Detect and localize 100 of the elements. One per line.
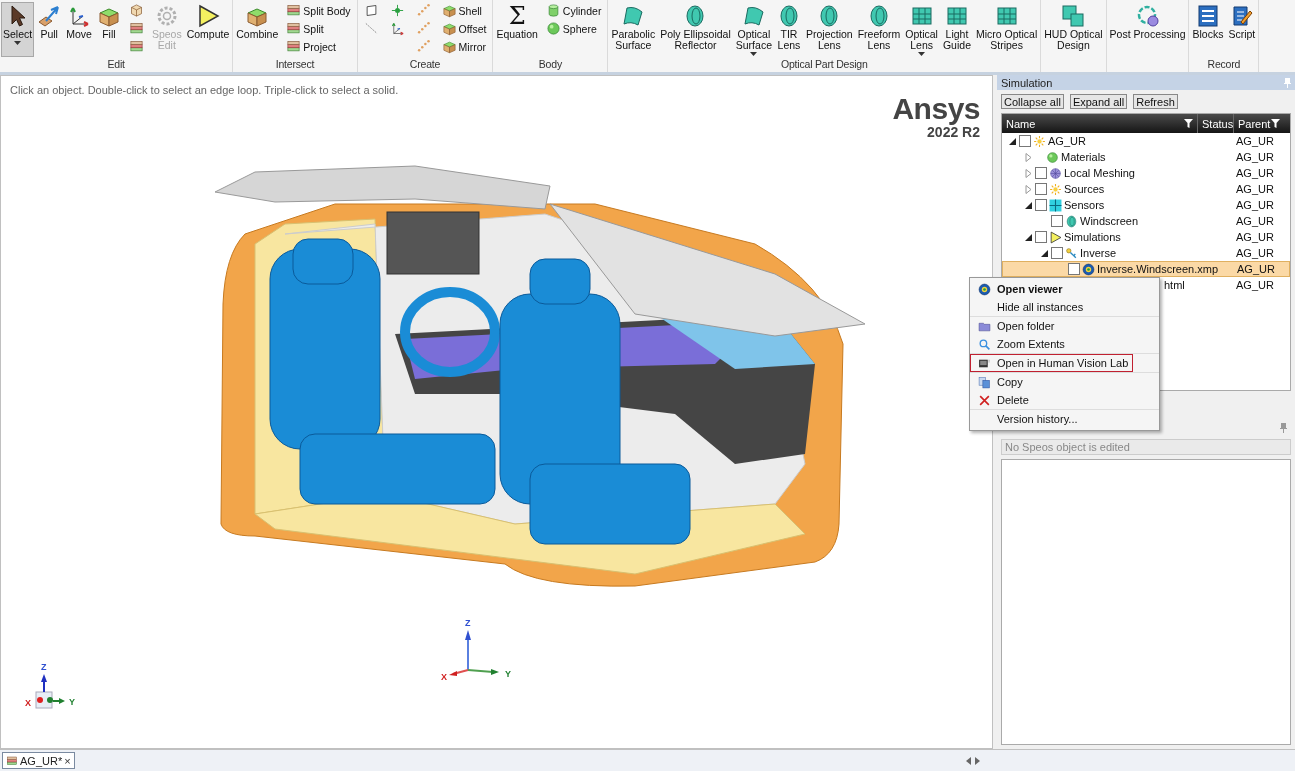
- filter-icon[interactable]: [1271, 119, 1280, 128]
- caret-icon: [918, 52, 926, 56]
- axis-label: Y: [505, 669, 511, 679]
- ribbon-button[interactable]: Cylinder: [542, 2, 605, 19]
- ribbon-button[interactable]: Select: [1, 2, 35, 57]
- ribbon-button[interactable]: HUD Optical Design: [1042, 2, 1105, 57]
- version-label: 2022 R2: [927, 124, 980, 140]
- tree-row[interactable]: Inverse AG_UR: [1002, 245, 1290, 261]
- checkbox[interactable]: [1051, 215, 1063, 227]
- ribbon-button[interactable]: Pull: [35, 2, 64, 57]
- ribbon-button[interactable]: Move: [64, 2, 94, 57]
- parent-cell-text: AG_UR: [1235, 247, 1274, 259]
- status-field[interactable]: No Speos object is edited: [1001, 439, 1291, 455]
- tree-row[interactable]: AG_UR AG_UR: [1002, 133, 1290, 149]
- play-icon: [1049, 230, 1062, 244]
- axis-label: X: [25, 698, 31, 708]
- collapse-icon[interactable]: [1024, 200, 1033, 210]
- ribbon-button[interactable]: Split Body: [283, 2, 354, 19]
- close-button[interactable]: ×: [64, 754, 71, 767]
- axis-label: Y: [69, 697, 75, 707]
- filter-icon[interactable]: [1184, 119, 1193, 128]
- ribbon-button[interactable]: Micro Optical Stripes: [974, 2, 1040, 57]
- ribbon-button[interactable]: Sphere: [542, 20, 605, 37]
- sphere-icon: [545, 21, 561, 36]
- collapse-icon[interactable]: [1024, 232, 1033, 242]
- caret-icon: [14, 41, 22, 45]
- document-tab[interactable]: AG_UR* ×: [2, 752, 75, 769]
- tree-row[interactable]: Sources AG_UR: [1002, 181, 1290, 197]
- 3d-viewport[interactable]: Click an object. Double-click to select an edge loop. Triple-click to select a solid. Ansys 2022 R2 Z X Y Z X Y: [0, 75, 993, 749]
- checkbox[interactable]: [1035, 199, 1047, 211]
- ribbon-button[interactable]: Optical Lens: [903, 2, 940, 58]
- cube-icon: [441, 3, 457, 18]
- ribbon-button[interactable]: Project: [283, 38, 354, 55]
- ribbon-button[interactable]: Freeform Lens: [855, 2, 903, 57]
- column-header[interactable]: Parent: [1238, 117, 1271, 130]
- checkbox[interactable]: [1035, 183, 1047, 195]
- tree-row[interactable]: Simulations AG_UR: [1002, 229, 1290, 245]
- group-label: Record: [1206, 58, 1242, 71]
- expand-icon[interactable]: [1024, 152, 1033, 162]
- tree-row[interactable]: Windscreen AG_UR: [1002, 213, 1290, 229]
- ribbon-button[interactable]: Mirror: [438, 38, 490, 55]
- axes-icon: [389, 21, 405, 36]
- cylinder-icon: [545, 3, 561, 18]
- collapse-icon[interactable]: [1008, 136, 1017, 146]
- magnifier-icon: [977, 337, 991, 351]
- checkbox[interactable]: [1035, 167, 1047, 179]
- ribbon-button[interactable]: Optical Surface: [733, 2, 774, 58]
- tree-row[interactable]: Materials AG_UR: [1002, 149, 1290, 165]
- ribbon-button[interactable]: Blocks: [1190, 2, 1226, 57]
- expand-icon[interactable]: [1024, 168, 1033, 178]
- ribbon-button[interactable]: Projection Lens: [803, 2, 855, 57]
- ribbon-button[interactable]: Poly Ellipsoidal Reflector: [658, 2, 733, 57]
- expand-icon[interactable]: [1024, 184, 1033, 194]
- tree-row[interactable]: Inverse.Windscreen.xmp AG_UR: [1002, 261, 1290, 277]
- panel-button[interactable]: Collapse all: [1001, 94, 1064, 109]
- scroll-left-icon[interactable]: [966, 756, 971, 765]
- ribbon-button[interactable]: Compute: [184, 2, 232, 57]
- ribbon-button[interactable]: Script: [1226, 2, 1258, 57]
- parent-cell-text: AG_UR: [1235, 279, 1274, 291]
- group-label: Create: [408, 58, 442, 71]
- tree-item-label: Windscreen: [1080, 215, 1139, 227]
- ribbon-button[interactable]: Shell: [438, 2, 490, 19]
- scroll-right-icon[interactable]: [975, 756, 980, 765]
- panel-button[interactable]: Refresh: [1133, 94, 1178, 109]
- sun-icon: [1033, 134, 1046, 148]
- ribbon-button[interactable]: Light Guide: [940, 2, 973, 57]
- cube-icon: [441, 39, 457, 54]
- pin-icon[interactable]: [1280, 423, 1287, 433]
- ribbon-button[interactable]: Post Processing: [1107, 2, 1188, 57]
- tree-item-label: Local Meshing: [1064, 167, 1135, 179]
- checkbox[interactable]: [1035, 231, 1047, 243]
- axis-label: Z: [465, 618, 471, 628]
- panel-title: Simulation: [1001, 76, 1053, 89]
- group-label: Optical Part Design: [780, 58, 869, 71]
- column-header[interactable]: Name: [1006, 117, 1036, 130]
- ribbon-button[interactable]: Offset: [438, 20, 490, 37]
- grid-icon: [909, 4, 934, 28]
- tree-row[interactable]: Sensors AG_UR: [1002, 197, 1290, 213]
- grid-icon: [944, 4, 969, 28]
- blocks-icon: [1195, 4, 1220, 28]
- axis-triad-drawing: [35, 674, 65, 709]
- panel-button[interactable]: Expand all: [1069, 94, 1128, 109]
- grid-icon: [994, 4, 1019, 28]
- ribbon-button[interactable]: Split: [283, 20, 354, 37]
- dots-icon: [415, 3, 431, 18]
- checkbox[interactable]: [1068, 263, 1080, 275]
- tree-row[interactable]: Local Meshing AG_UR: [1002, 165, 1290, 181]
- group-label: Body: [537, 58, 563, 71]
- ribbon-button[interactable]: Fill: [94, 2, 123, 57]
- ribbon-button[interactable]: Σ Equation: [494, 2, 540, 57]
- ribbon-button[interactable]: TIR Lens: [774, 2, 803, 57]
- tree-item-label: Simulations: [1064, 231, 1121, 243]
- menu-item[interactable]: Open in Human Vision Lab: [970, 354, 1133, 372]
- sphere-icon: [1046, 150, 1059, 164]
- collapse-icon[interactable]: [1040, 248, 1049, 258]
- ribbon-button[interactable]: Combine: [234, 2, 281, 57]
- ribbon-button[interactable]: Parabolic Surface: [609, 2, 658, 57]
- checkbox[interactable]: [1019, 135, 1031, 147]
- checkbox[interactable]: [1051, 247, 1063, 259]
- column-header[interactable]: Status: [1202, 117, 1234, 130]
